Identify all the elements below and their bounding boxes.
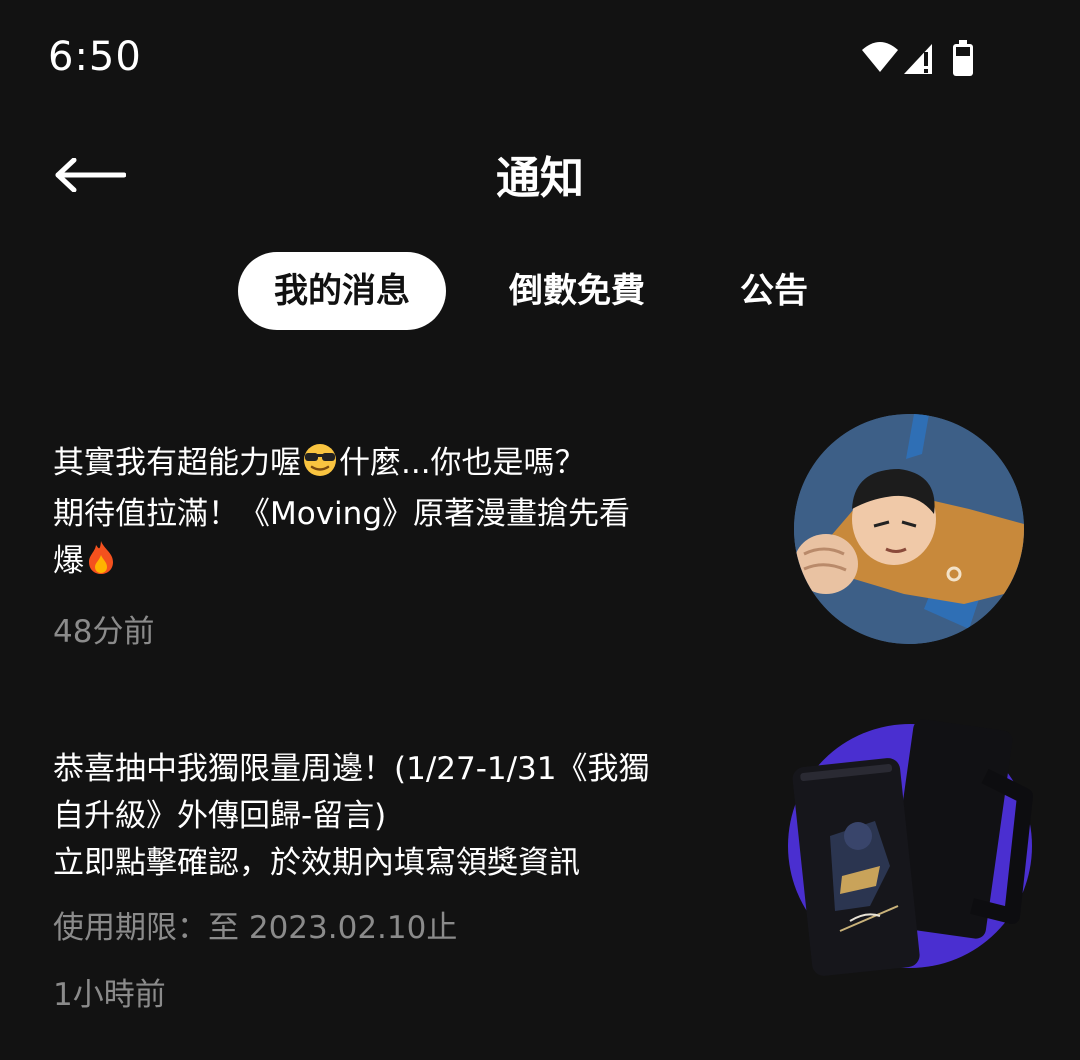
notification-message-line: 其實我有超能力喔 什麼...你也是嗎？ — [53, 440, 713, 491]
fire-emoji-icon — [84, 539, 118, 589]
notification-thumbnail-mug — [780, 716, 1040, 986]
tab-announcements[interactable]: 公告 — [712, 252, 836, 330]
notification-time: 48分前 — [53, 614, 155, 650]
top-app-bar: 通知 — [0, 120, 1080, 230]
tab-my-messages[interactable]: 我的消息 — [238, 252, 446, 330]
notification-thumbnail-moving — [794, 414, 1024, 644]
cellular-signal-icon — [904, 44, 932, 74]
sunglasses-emoji-icon — [301, 443, 339, 491]
page-title: 通知 — [496, 153, 584, 204]
notification-message-line: 恭喜抽中我獨限量周邊！(1/27-1/31《我獨 — [53, 751, 650, 787]
wifi-icon — [862, 42, 898, 72]
notification-time: 1小時前 — [53, 977, 166, 1013]
status-time: 6:50 — [48, 34, 142, 80]
tab-bar: 我的消息 倒數免費 公告 — [0, 252, 1080, 332]
notification-expiry: 使用期限：至 2023.02.10止 — [53, 910, 458, 946]
notification-text: 其實我有超能力喔 什麼...你也是嗎？ 期待值拉滿！《Moving》原著漫畫搶先… — [53, 440, 713, 656]
notification-message-line: 期待值拉滿！《Moving》原著漫畫搶先看 — [53, 496, 630, 532]
battery-icon — [953, 40, 973, 76]
tab-countdown-free[interactable]: 倒數免費 — [486, 252, 668, 330]
notification-text-segment: 其實我有超能力喔 — [53, 445, 301, 481]
notification-text-segment: 什麼...你也是嗎？ — [339, 445, 586, 481]
notification-message-line: 立即點擊確認，於效期內填寫領獎資訊 — [53, 845, 580, 881]
status-bar: 6:50 — [0, 0, 1080, 120]
notification-text-segment: 爆 — [53, 543, 84, 579]
status-icons — [860, 38, 1010, 78]
notification-item[interactable]: 恭喜抽中我獨限量周邊！(1/27-1/31《我獨 自升級》外傳回歸-留言) 立即… — [0, 716, 1080, 1036]
notification-message-line: 自升級》外傳回歸-留言) — [53, 798, 387, 834]
notification-message-line: 爆 — [53, 538, 713, 589]
notification-text: 恭喜抽中我獨限量周邊！(1/27-1/31《我獨 自升級》外傳回歸-留言) 立即… — [53, 746, 713, 1019]
notification-item[interactable]: 其實我有超能力喔 什麼...你也是嗎？ 期待值拉滿！《Moving》原著漫畫搶先… — [0, 404, 1080, 664]
